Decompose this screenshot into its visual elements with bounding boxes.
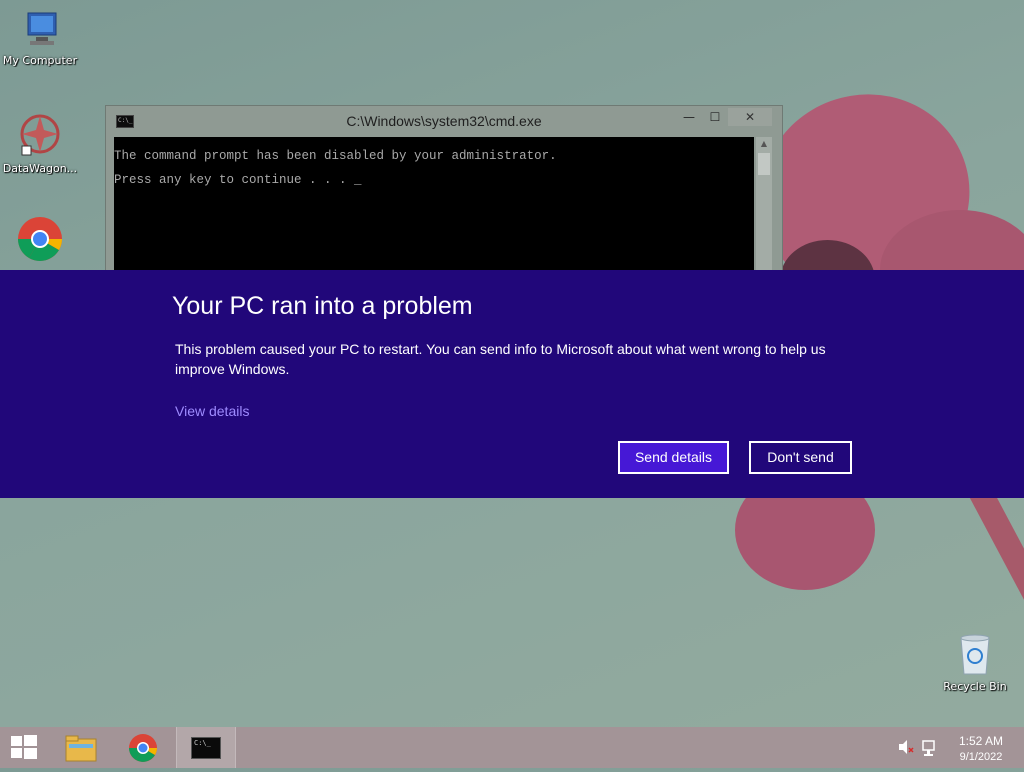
cmd-titlebar[interactable]: C:\_ C:\Windows\system32\cmd.exe — ☐ ✕: [106, 106, 782, 136]
clock-time: 1:52 AM: [958, 734, 1004, 748]
view-details-link[interactable]: View details: [175, 403, 249, 419]
minimize-button[interactable]: —: [676, 108, 702, 126]
cmd-window[interactable]: C:\_ C:\Windows\system32\cmd.exe — ☐ ✕ T…: [105, 105, 783, 282]
send-details-button[interactable]: Send details: [618, 441, 729, 474]
error-message: This problem caused your PC to restart. …: [175, 341, 826, 377]
desktop-icon-my-computer[interactable]: My Computer: [0, 10, 80, 67]
error-dialog: Your PC ran into a problem This problem …: [0, 270, 1024, 498]
dont-send-button[interactable]: Don't send: [749, 441, 852, 474]
taskbar: C:\_ 1:52 AM 9/1/2022: [0, 727, 1024, 768]
chrome-icon: [129, 734, 157, 762]
cmd-console[interactable]: The command prompt has been disabled by …: [114, 137, 754, 277]
close-button[interactable]: ✕: [728, 108, 772, 126]
console-line: The command prompt has been disabled by …: [114, 149, 557, 163]
desktop-icon-recycle-bin[interactable]: Recycle Bin: [935, 630, 1015, 693]
start-button[interactable]: [0, 727, 48, 768]
taskbar-file-explorer[interactable]: [58, 727, 104, 768]
clock[interactable]: 1:52 AM 9/1/2022: [948, 727, 1014, 768]
console-line: Press any key to continue . . . _: [114, 173, 362, 187]
taskbar-chrome[interactable]: [120, 727, 166, 768]
desktop-icon-label: DataWagon...: [2, 162, 78, 175]
desktop-icon-datawagon[interactable]: DataWagon...: [0, 112, 80, 175]
network-icon[interactable]: [920, 727, 940, 768]
taskbar-cmd[interactable]: C:\_: [176, 727, 236, 768]
file-explorer-icon: [65, 735, 97, 762]
chrome-icon: [18, 217, 62, 261]
cmd-icon: C:\_: [191, 737, 221, 759]
maximize-button[interactable]: ☐: [702, 108, 728, 126]
desktop-icon-label: Recycle Bin: [943, 680, 1007, 693]
datawagon-icon: [20, 114, 60, 156]
desktop-icon-label: My Computer: [2, 54, 78, 67]
start-icon: [11, 735, 37, 759]
scroll-thumb[interactable]: [758, 153, 770, 175]
computer-icon: [27, 12, 57, 45]
desktop-icon-chrome[interactable]: [0, 215, 80, 267]
cmd-scrollbar[interactable]: ▲: [756, 137, 772, 277]
scroll-up-arrow-icon[interactable]: ▲: [756, 137, 772, 151]
error-title: Your PC ran into a problem: [172, 292, 473, 320]
volume-muted-icon[interactable]: [896, 727, 914, 768]
recycle-bin-icon: [960, 634, 990, 675]
clock-date: 9/1/2022: [959, 751, 1003, 763]
